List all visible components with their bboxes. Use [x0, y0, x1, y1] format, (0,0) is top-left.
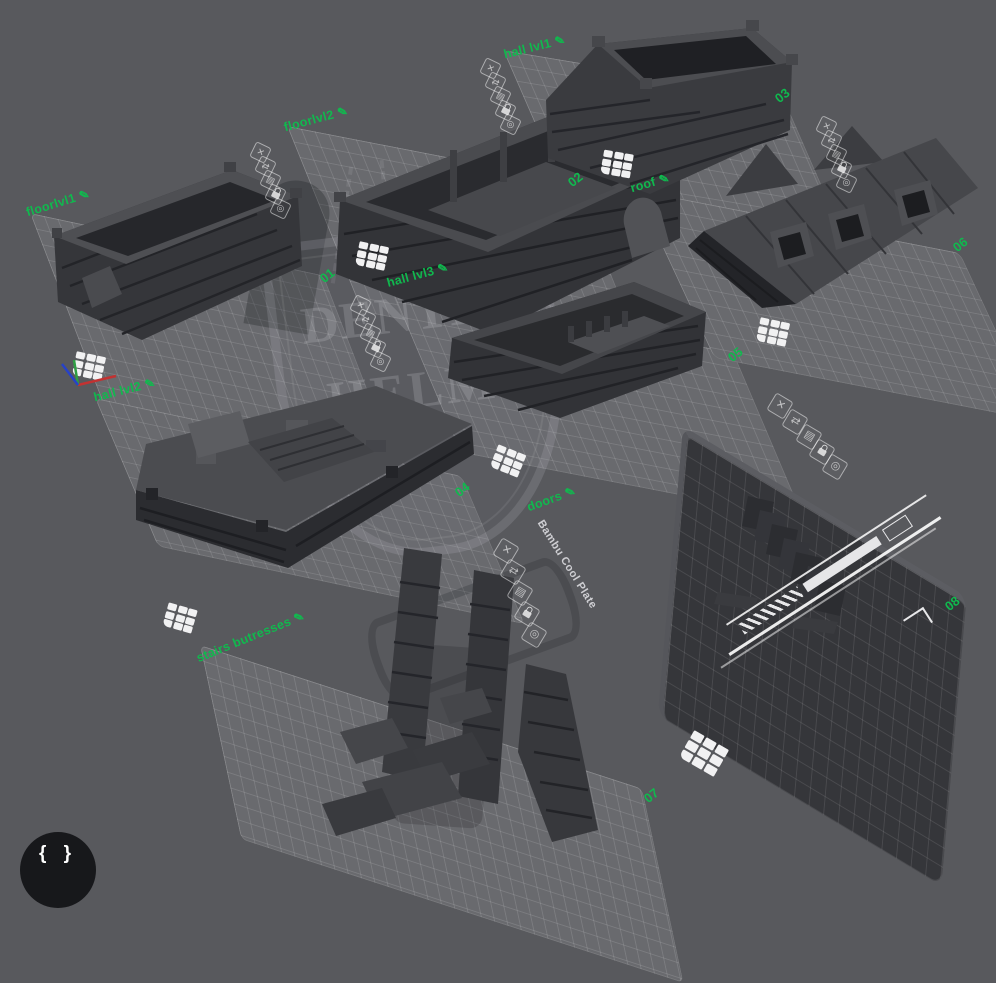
edit-icon[interactable]: ✎ [292, 609, 307, 626]
model-floorlvl1[interactable] [52, 148, 327, 348]
model-hall-lvl3[interactable] [448, 270, 710, 425]
slicer-viewport[interactable]: { "scene": {"description": "3D print sli… [0, 0, 996, 851]
floating-badge[interactable]: { } [20, 832, 96, 908]
model-stairs-butresses[interactable] [322, 542, 612, 852]
lock-icon [817, 447, 827, 456]
bambu-logo [600, 150, 634, 179]
plate-name-doors[interactable]: doors✎ [525, 484, 577, 514]
bambu-logo [162, 602, 197, 633]
edit-icon[interactable]: ✎ [563, 484, 578, 501]
lock-icon [522, 609, 532, 618]
plate-name-stairs-butresses[interactable]: stairs butresses✎ [195, 609, 307, 665]
axis-x-red [78, 376, 116, 385]
